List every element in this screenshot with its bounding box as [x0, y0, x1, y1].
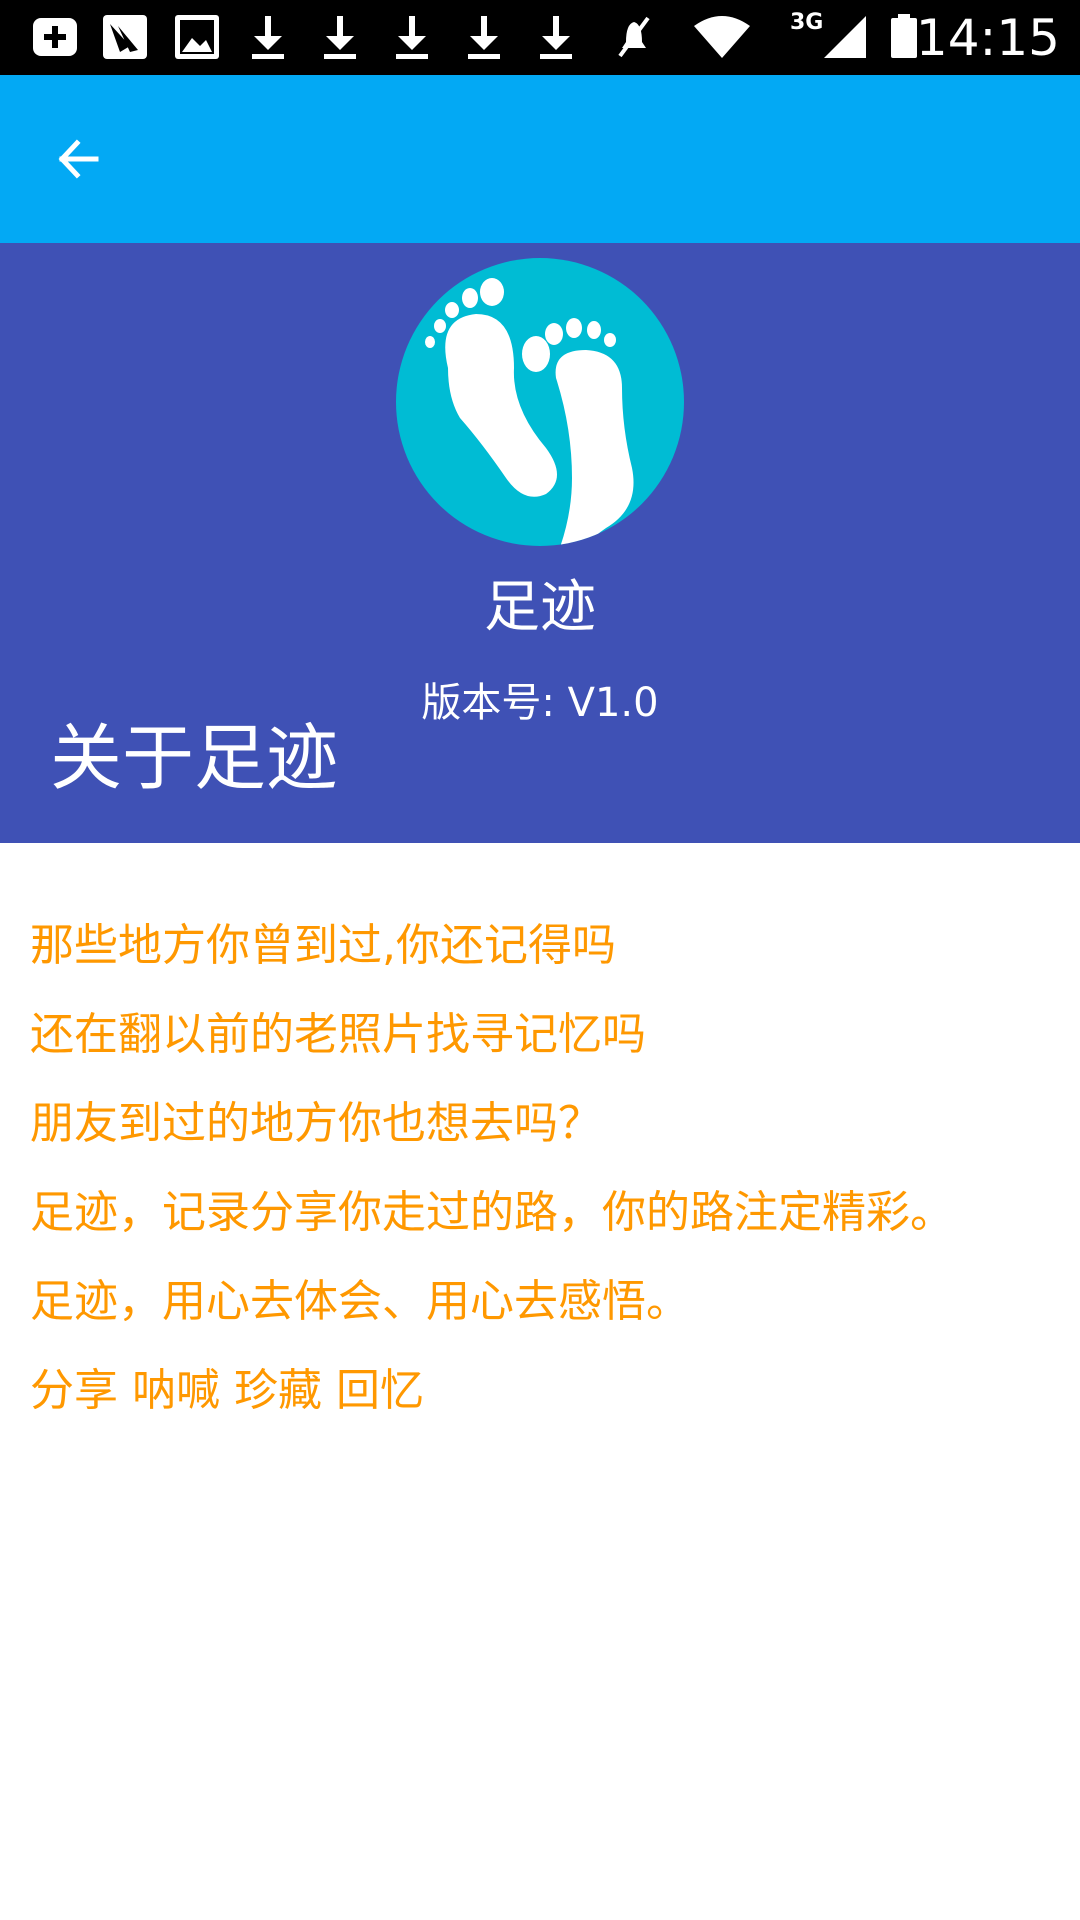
status-bar: 3G 14:15 [0, 0, 1080, 75]
description-line: 分享 呐喊 珍藏 回忆 [30, 1365, 424, 1416]
description-line: 足迹，用心去体会、用心去感悟。 [30, 1276, 690, 1327]
signal-icon [824, 16, 866, 58]
download-icon [324, 16, 356, 59]
about-title: 关于足迹 [50, 716, 339, 800]
toolbar [0, 75, 1080, 243]
description-lines: 那些地方你曾到过,你还记得吗 还在翻以前的老照片找寻记忆吗 朋友到过的地方你也想… [30, 901, 954, 1435]
network-type: 3G [790, 10, 824, 35]
download-icon [468, 16, 500, 59]
description-line: 足迹，记录分享你走过的路，你的路注定精彩。 [30, 1187, 954, 1238]
description-line: 还在翻以前的老照片找寻记忆吗 [30, 1009, 646, 1060]
download-icon [396, 16, 428, 59]
app-name: 足迹 [484, 575, 596, 640]
footprints-icon [425, 278, 634, 546]
app-logo [396, 258, 684, 546]
description-line: 那些地方你曾到过,你还记得吗 [30, 920, 616, 971]
wifi-icon [694, 16, 750, 58]
download-icon [252, 16, 284, 59]
clock: 14:15 [915, 9, 1060, 67]
mute-icon [618, 16, 650, 58]
about-header: 足迹 版本号: V1.0 关于足迹 [0, 243, 1080, 843]
about-content: 那些地方你曾到过,你还记得吗 还在翻以前的老照片找寻记忆吗 朋友到过的地方你也想… [0, 843, 1080, 1920]
download-icon [540, 16, 572, 59]
back-button[interactable] [34, 115, 122, 203]
arrow-back-icon [58, 139, 99, 179]
bird-icon [103, 15, 147, 59]
description-line: 朋友到过的地方你也想去吗？ [30, 1098, 602, 1149]
image-icon [175, 15, 219, 59]
add-icon [33, 18, 77, 56]
